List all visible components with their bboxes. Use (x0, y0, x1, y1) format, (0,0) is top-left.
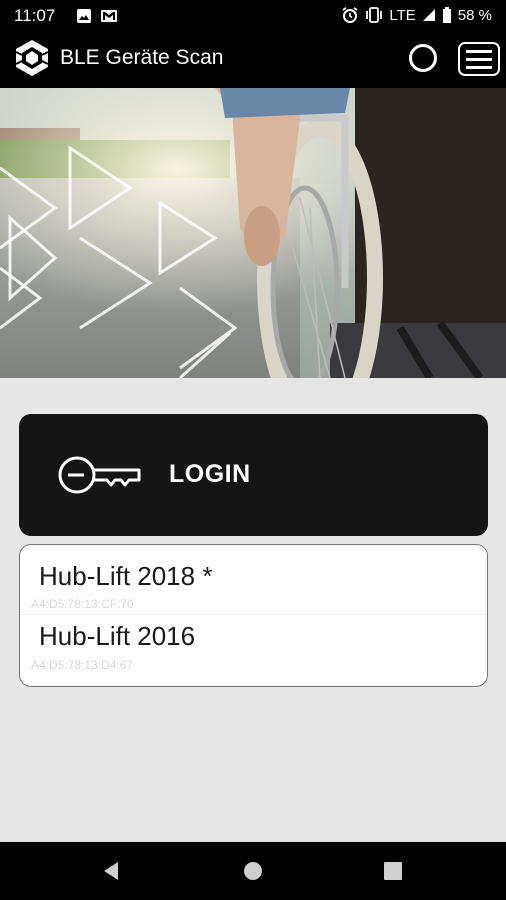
notification-icons (76, 8, 118, 24)
device-mac: A4:D5:78:13:CF:70 (31, 597, 134, 611)
device-mac: A4:D5:78:13:D4:67 (31, 658, 134, 672)
gmail-icon (101, 10, 117, 22)
login-label: LOGIN (169, 460, 251, 488)
network-type: LTE (389, 6, 416, 24)
hero-image (0, 88, 506, 378)
signal-icon (422, 9, 435, 21)
wheelchair-photo (0, 88, 506, 378)
key-icon (58, 456, 141, 494)
vibrate-icon (366, 7, 383, 23)
app-logo-icon (15, 40, 49, 83)
device-item-hub-lift-2018[interactable]: Hub-Lift 2018 * A4:D5:78:13:CF:70 (20, 545, 487, 613)
alarm-icon (342, 7, 358, 23)
app-title: BLE Geräte Scan (60, 46, 224, 69)
home-icon[interactable] (242, 860, 264, 882)
status-time: 11:07 (14, 6, 56, 25)
device-name: Hub-Lift 2016 (39, 621, 196, 651)
hamburger-menu-icon[interactable] (458, 42, 500, 76)
app-bar: BLE Geräte Scan (0, 32, 506, 88)
recents-icon[interactable] (383, 861, 403, 881)
device-list: Hub-Lift 2018 * A4:D5:78:13:CF:70 Hub-Li… (19, 544, 488, 687)
back-icon[interactable] (100, 860, 122, 882)
image-icon (77, 9, 91, 23)
device-name: Hub-Lift 2018 * (39, 561, 213, 591)
battery-icon (442, 7, 451, 23)
login-button[interactable]: LOGIN (19, 414, 488, 536)
navigation-bar (0, 842, 506, 900)
scan-status-button[interactable] (409, 44, 437, 72)
battery-level: 58 % (457, 6, 492, 24)
device-item-hub-lift-2016[interactable]: Hub-Lift 2016 A4:D5:78:13:D4:67 (20, 614, 487, 683)
system-status: LTE 58 % (341, 6, 492, 24)
status-bar: 11:07 LTE 58 % (0, 0, 506, 32)
